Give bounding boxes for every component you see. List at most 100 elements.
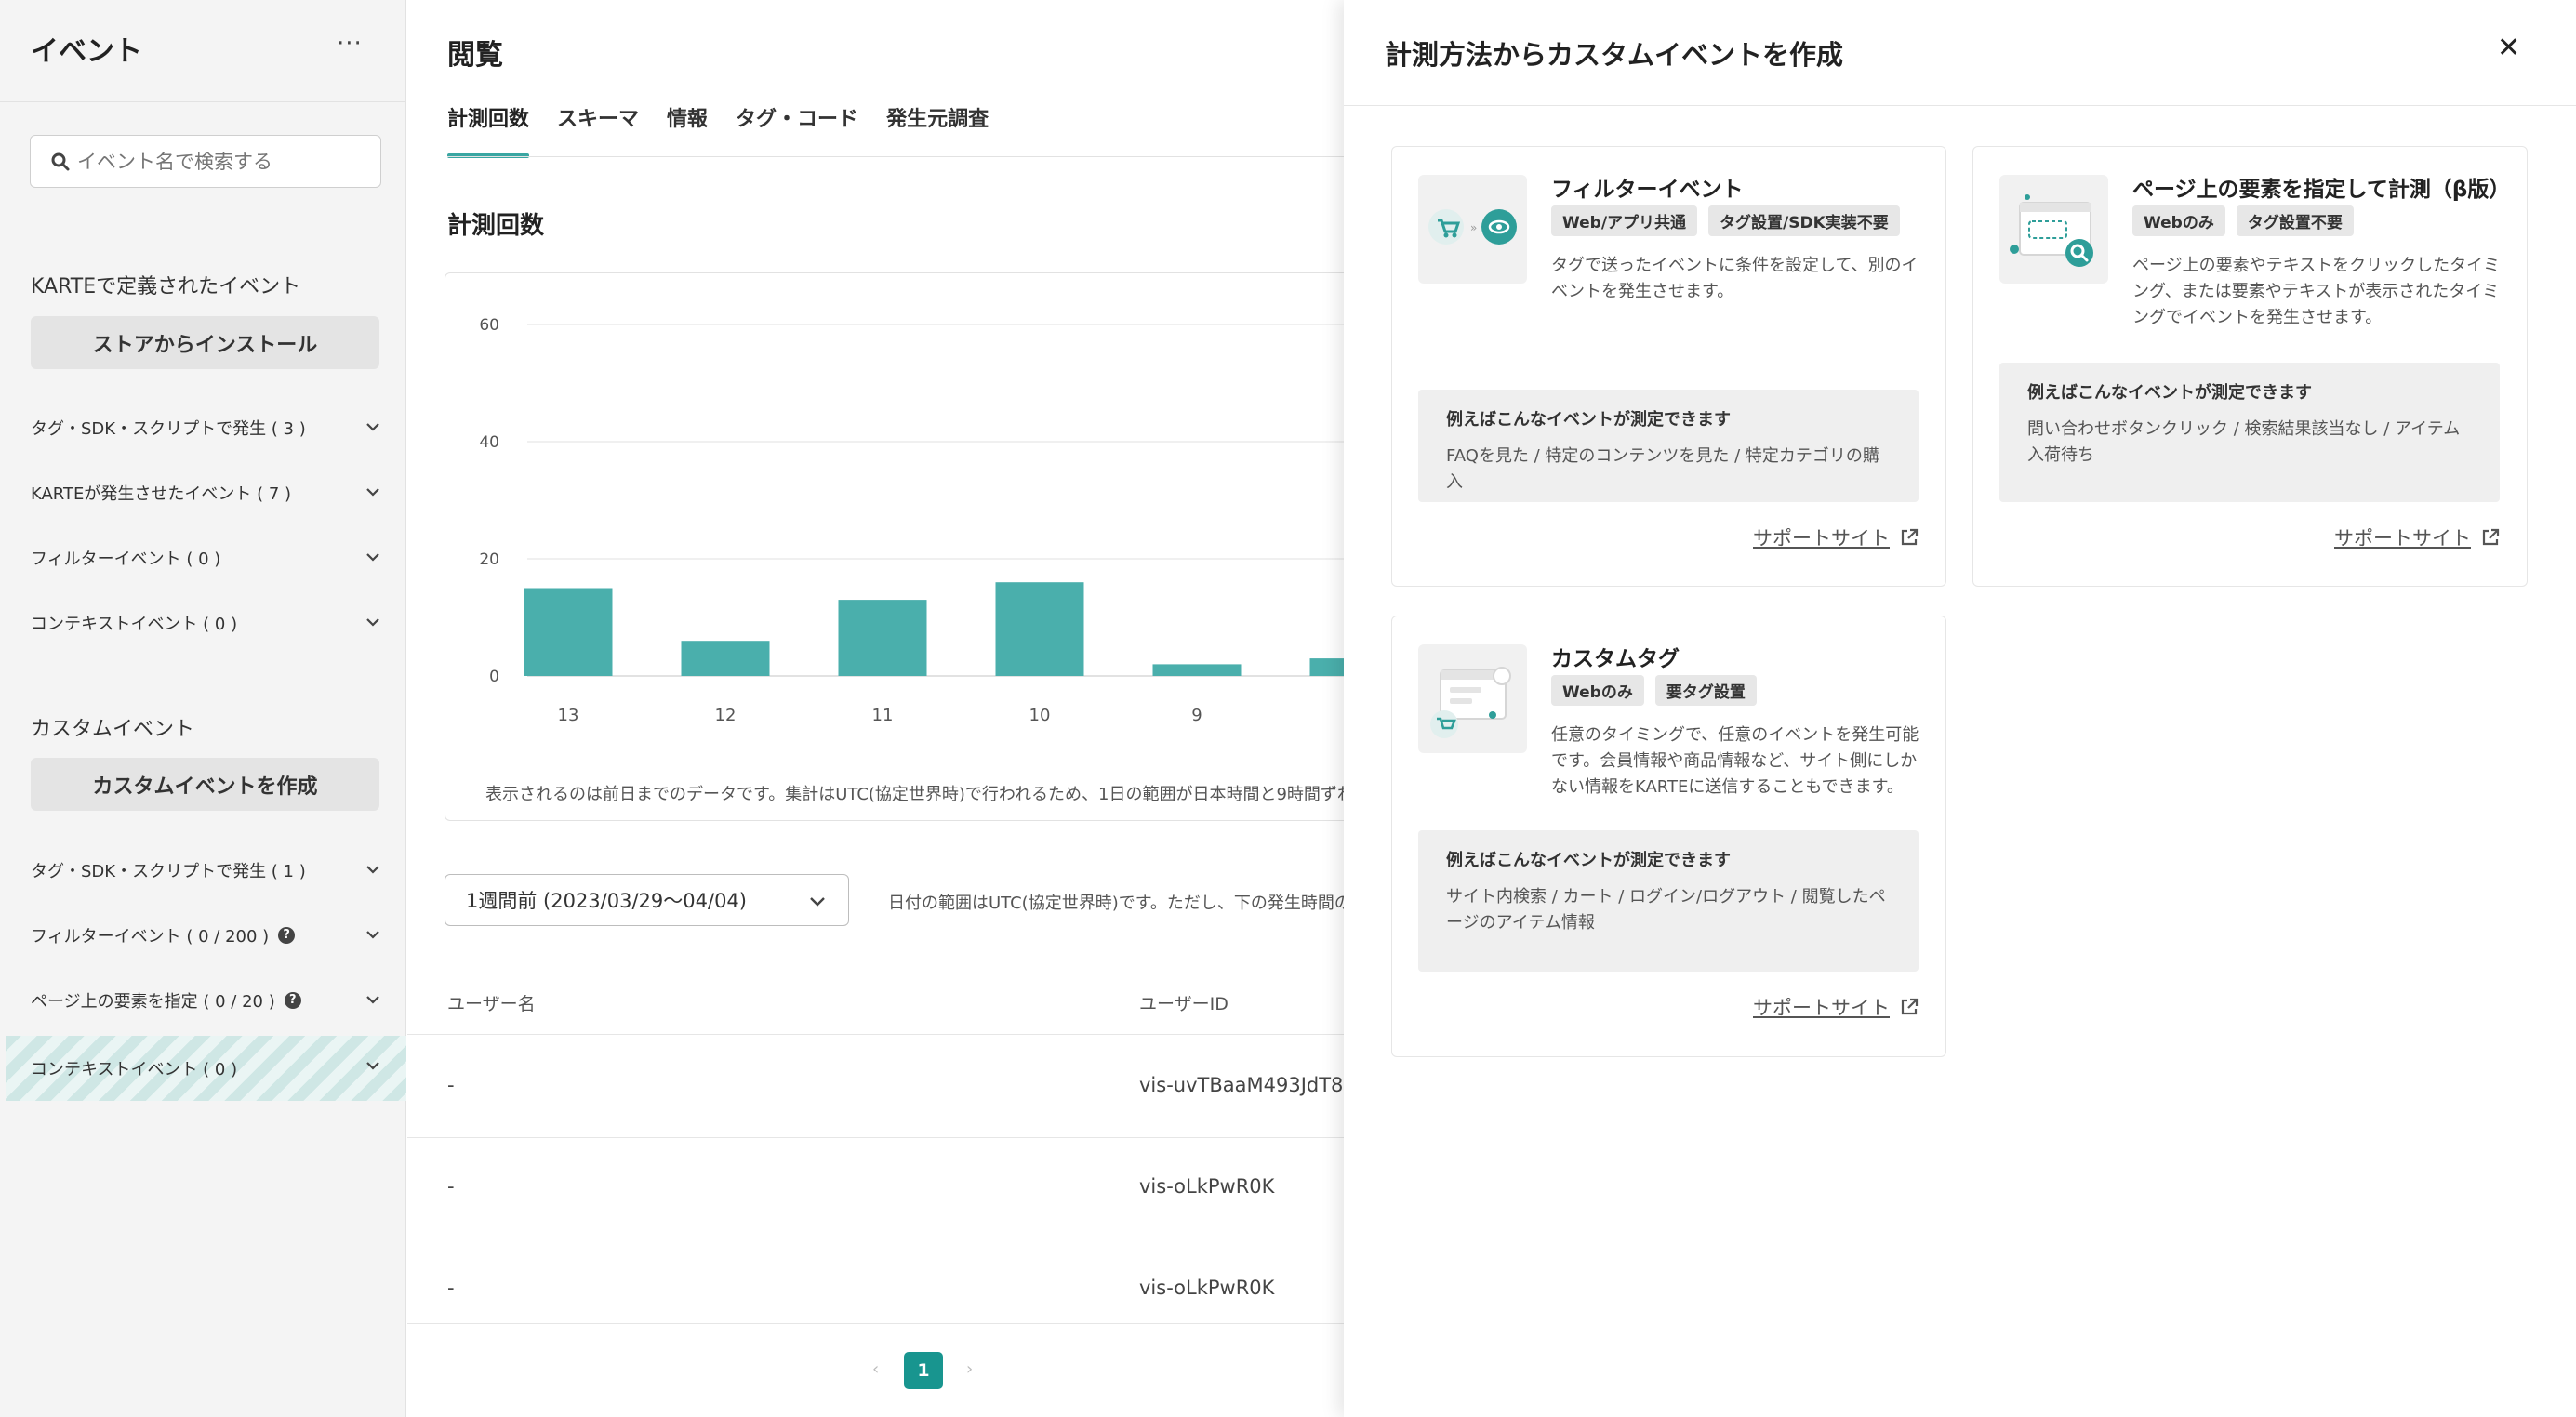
card-description: タグで送ったイベントに条件を設定して、別のイベントを発生させます。: [1551, 256, 1919, 301]
close-icon[interactable]: ✕: [2497, 32, 2520, 64]
filter-event-illustration-icon: »: [1418, 175, 1527, 284]
table-cell-userid[interactable]: vis-uvTBaaM493JdT8M: [1139, 1074, 1347, 1096]
sidebar-item-karte-filter[interactable]: フィルターイベント ( 0 ): [0, 527, 406, 589]
sidebar-item-label: ページ上の要素を指定 ( 0 / 20 ): [31, 992, 275, 1012]
search-field[interactable]: [30, 135, 381, 188]
support-site-link[interactable]: サポートサイト: [1753, 523, 1919, 551]
y-tick-label: 60: [479, 316, 499, 335]
help-icon[interactable]: ?: [284, 992, 301, 1009]
chart-bar[interactable]: [1309, 658, 1348, 676]
chevron-down-icon: [366, 553, 379, 562]
tab-bar: 計測回数 スキーマ 情報 タグ・コード 発生元調査: [447, 102, 989, 158]
page-title: 閲覧: [447, 39, 503, 72]
tab-source-investigation[interactable]: 発生元調査: [886, 102, 989, 158]
sidebar-item-label: タグ・SDK・スクリプトで発生 ( 3 ): [31, 419, 306, 439]
badge: 要タグ設置: [1654, 675, 1757, 706]
panel-title: 計測方法からカスタムイベントを作成: [1385, 39, 1844, 71]
sidebar-header: イベント ···: [0, 0, 406, 102]
badge: Webのみ: [1551, 675, 1644, 706]
column-header-userid: ユーザーID: [1139, 994, 1228, 1014]
chart-bar[interactable]: [995, 582, 1084, 676]
chart-note: 表示されるのは前日までのデータです。集計はUTC(協定世界時)で行われるため、1…: [485, 785, 1347, 804]
external-link-icon: [1901, 528, 1919, 546]
example-heading: 例えばこんなイベントが測定できます: [1446, 410, 1731, 430]
card-description: ページ上の要素やテキストをクリックしたタイミング、または要素やテキストが表示され…: [2132, 256, 2501, 327]
badge: タグ設置不要: [2236, 205, 2354, 236]
chevron-down-icon: [810, 897, 825, 907]
sidebar-item-custom-context[interactable]: コンテキストイベント ( 0 ): [6, 1036, 406, 1101]
card-example-box: 例えばこんなイベントが測定できます 問い合わせボタンクリック / 検索結果該当な…: [1999, 363, 2500, 502]
y-tick-label: 40: [479, 433, 499, 452]
tab-tag-code[interactable]: タグ・コード: [736, 102, 858, 158]
table-cell-username: -: [447, 1074, 455, 1096]
support-site-link[interactable]: サポートサイト: [1753, 993, 1919, 1021]
sidebar-item-custom-page-element[interactable]: ページ上の要素を指定 ( 0 / 20 ) ?: [0, 970, 406, 1031]
tab-info[interactable]: 情報: [667, 102, 708, 158]
pager-prev-button[interactable]: ‹: [872, 1359, 879, 1379]
support-site-label: サポートサイト: [1753, 527, 1890, 550]
badge: Web/アプリ共通: [1551, 205, 1698, 236]
sidebar-item-karte-generated[interactable]: KARTEが発生させたイベント ( 7 ): [0, 462, 406, 523]
example-body: FAQを見た / 特定のコンテンツを見た / 特定カテゴリの購入: [1446, 446, 1879, 492]
chart-bar[interactable]: [1152, 664, 1242, 676]
create-custom-event-button[interactable]: カスタムイベントを作成: [31, 758, 379, 811]
x-tick-label: 13: [558, 706, 579, 725]
sidebar-item-karte-context[interactable]: コンテキストイベント ( 0 ): [0, 592, 406, 654]
badge: タグ設置/SDK実装不要: [1708, 205, 1900, 236]
chevron-down-icon: [366, 866, 379, 874]
card-example-box: 例えばこんなイベントが測定できます FAQを見た / 特定のコンテンツを見た /…: [1418, 390, 1919, 502]
search-input[interactable]: [77, 147, 365, 177]
more-menu-icon[interactable]: ···: [337, 30, 363, 58]
support-site-label: サポートサイト: [2334, 527, 2471, 550]
bar-chart: 02040601312111098: [479, 316, 1348, 725]
tab-schema[interactable]: スキーマ: [557, 102, 639, 158]
card-title: フィルターイベント: [1551, 178, 1744, 202]
tabs-divider: [447, 156, 1347, 157]
sidebar-item-custom-tag-sdk[interactable]: タグ・SDK・スクリプトで発生 ( 1 ): [0, 840, 406, 901]
card-badges: Webのみ 要タグ設置: [1551, 675, 1757, 706]
sidebar-title: イベント: [31, 35, 142, 68]
external-link-icon: [2482, 528, 2500, 546]
card-description: 任意のタイミングで、任意のイベントを発生可能です。会員情報や商品情報など、サイト…: [1551, 725, 1919, 797]
table-cell-userid[interactable]: vis-oLkPwR0K: [1139, 1277, 1274, 1299]
sidebar-item-label: フィルターイベント ( 0 ): [31, 550, 221, 569]
x-tick-label: 12: [715, 706, 737, 725]
sidebar-item-label: KARTEが発生させたイベント ( 7 ): [31, 484, 292, 504]
x-tick-label: 11: [872, 706, 894, 725]
chart-bar[interactable]: [524, 588, 613, 677]
table-cell-userid[interactable]: vis-oLkPwR0K: [1139, 1175, 1274, 1198]
karte-events-heading: KARTEで定義されたイベント: [31, 275, 301, 298]
table-divider: [407, 1323, 1347, 1324]
chevron-down-icon: [366, 618, 379, 627]
x-tick-label: 10: [1029, 706, 1051, 725]
card-title: ページ上の要素を指定して計測（β版）: [2132, 178, 2511, 202]
sidebar-item-custom-filter[interactable]: フィルターイベント ( 0 / 200 ) ?: [0, 905, 406, 966]
support-site-link[interactable]: サポートサイト: [2334, 523, 2501, 551]
card-title: カスタムタグ: [1551, 647, 1680, 671]
table-cell-username: -: [447, 1277, 455, 1299]
method-card-custom-tag[interactable]: カスタムタグ Webのみ 要タグ設置 任意のタイミングで、任意のイベントを発生可…: [1391, 616, 1946, 1057]
sidebar: イベント ··· KARTEで定義されたイベント ストアからインストール タグ・…: [0, 0, 406, 1417]
chart-bar[interactable]: [838, 600, 927, 676]
chart-bar[interactable]: [681, 641, 770, 676]
method-card-filter-event[interactable]: » フィルターイベント Web/アプリ共通 タグ設置/SDK実装不要 タグで送っ…: [1391, 146, 1946, 587]
card-example-box: 例えばこんなイベントが測定できます サイト内検索 / カート / ログイン/ログ…: [1418, 830, 1919, 972]
store-install-button[interactable]: ストアからインストール: [31, 316, 379, 369]
panel-divider: [1344, 105, 2576, 106]
sidebar-item-label: コンテキストイベント ( 0 ): [31, 615, 238, 634]
period-select[interactable]: 1週間前 (2023/03/29〜04/04): [445, 874, 849, 926]
period-note: 日付の範囲はUTC(協定世界時)です。ただし、下の発生時間の: [888, 894, 1347, 913]
example-heading: 例えばこんなイベントが測定できます: [1446, 851, 1731, 870]
help-icon[interactable]: ?: [278, 927, 296, 944]
tab-count[interactable]: 計測回数: [447, 102, 530, 158]
y-tick-label: 0: [489, 668, 499, 686]
support-site-label: サポートサイト: [1753, 997, 1890, 1019]
pager-next-button[interactable]: ›: [966, 1359, 973, 1379]
external-link-icon: [1901, 998, 1919, 1015]
sidebar-item-karte-tag-sdk[interactable]: タグ・SDK・スクリプトで発生 ( 3 ): [0, 397, 406, 458]
sidebar-item-label: タグ・SDK・スクリプトで発生 ( 1 ): [31, 862, 306, 881]
method-card-page-element[interactable]: ページ上の要素を指定して計測（β版） Webのみ タグ設置不要 ページ上の要素や…: [1972, 146, 2528, 587]
y-tick-label: 20: [479, 550, 499, 569]
pager-page-1[interactable]: 1: [904, 1352, 943, 1389]
main-content: 閲覧 計測回数 スキーマ 情報 タグ・コード 発生元調査 計測回数 0 20 40 6…: [407, 0, 1347, 1417]
